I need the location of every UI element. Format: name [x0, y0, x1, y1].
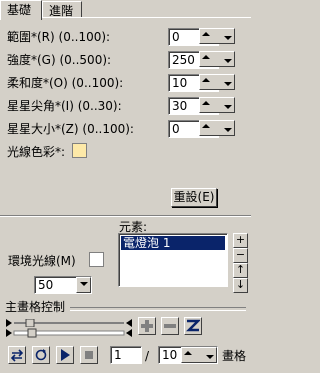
environment-value[interactable]: 50 — [38, 278, 53, 292]
light-color-swatch[interactable] — [72, 143, 87, 158]
add-frame-button[interactable] — [138, 317, 156, 335]
elements-list[interactable]: 電燈泡 1 — [118, 233, 228, 287]
softness-value[interactable]: 10 — [172, 76, 187, 90]
loop-button[interactable] — [8, 346, 26, 364]
star-size-spin-buttons[interactable] — [199, 120, 235, 136]
rotate-icon — [35, 349, 47, 361]
rewind-button[interactable] — [32, 346, 50, 364]
total-frames-value[interactable]: 10 — [162, 348, 177, 362]
spin-arrows-icon — [184, 351, 214, 359]
plus-icon — [141, 320, 153, 332]
tab-basic[interactable]: 基礎 — [0, 0, 42, 20]
timeline-slider-bottom[interactable] — [6, 327, 132, 338]
stop-icon — [85, 351, 93, 359]
remove-element-button[interactable]: − — [233, 248, 248, 263]
move-up-button[interactable]: ↑ — [233, 263, 248, 278]
field-label-strength: 強度*(G) (0..500): — [7, 53, 112, 67]
divider — [0, 215, 251, 217]
strength-value[interactable]: 250 — [172, 53, 195, 67]
tab-advanced[interactable]: 進階 — [42, 1, 82, 18]
down-arrow-icon — [80, 282, 88, 286]
star-size-value[interactable]: 0 — [172, 122, 180, 136]
elements-label: 元素: — [119, 220, 148, 234]
frames-unit-label: 畫格 — [222, 349, 247, 363]
softness-spin-buttons[interactable] — [199, 74, 235, 90]
play-icon — [61, 349, 70, 361]
minus-icon — [164, 324, 176, 328]
loop-icon — [10, 349, 24, 362]
interpolate-icon — [186, 319, 200, 332]
tab-basic-label: 基礎 — [7, 3, 32, 17]
reset-button[interactable]: 重設(E) — [171, 188, 217, 207]
strength-spin-buttons[interactable] — [199, 51, 235, 67]
frame-value[interactable]: 1 — [114, 348, 122, 362]
stop-button[interactable] — [80, 346, 98, 364]
range-value[interactable]: 0 — [172, 30, 180, 44]
total-frames-spin-buttons[interactable] — [181, 347, 217, 363]
timeline-groove — [70, 307, 246, 311]
move-down-button[interactable]: ↓ — [233, 278, 248, 293]
slider-track-icon — [6, 318, 132, 328]
slider-track-icon — [6, 328, 132, 338]
spin-arrows-icon — [202, 101, 232, 109]
spin-arrows-icon — [202, 55, 232, 63]
add-element-button[interactable]: + — [233, 233, 248, 248]
frame-input[interactable]: 1 — [110, 346, 142, 364]
element-item[interactable]: 電燈泡 1 — [121, 236, 225, 250]
field-label-star-size: 星星大小*(Z) (0..100): — [7, 122, 134, 136]
spin-arrows-icon — [202, 32, 232, 40]
timeline-slider-top[interactable] — [6, 316, 132, 328]
interpolate-button[interactable] — [184, 317, 202, 335]
field-label-star-points: 星星尖角*(I) (0..30): — [7, 99, 122, 113]
timeline-title: 主畫格控制 — [5, 300, 66, 314]
tab-advanced-label: 進階 — [49, 4, 74, 18]
play-button[interactable] — [56, 346, 74, 364]
frame-separator: / — [145, 349, 150, 363]
basic-panel: 範圍*(R) (0..100): 0 強度*(G) (0..500): 250 … — [0, 17, 251, 213]
environment-spin-button[interactable] — [76, 277, 91, 293]
star-points-spin-buttons[interactable] — [199, 97, 235, 113]
environment-label: 環境光線(M) — [8, 254, 76, 268]
spin-arrows-icon — [202, 78, 232, 86]
star-points-value[interactable]: 30 — [172, 99, 187, 113]
reset-button-label: 重設(E) — [173, 190, 215, 204]
remove-frame-button[interactable] — [161, 317, 179, 335]
field-label-range: 範圍*(R) (0..100): — [7, 30, 111, 44]
spin-arrows-icon — [202, 124, 232, 132]
environment-color-swatch[interactable] — [89, 252, 104, 267]
range-spin-buttons[interactable] — [199, 28, 235, 44]
field-label-softness: 柔和度*(O) (0..100): — [7, 76, 124, 90]
light-color-label: 光線色彩*: — [7, 145, 66, 159]
